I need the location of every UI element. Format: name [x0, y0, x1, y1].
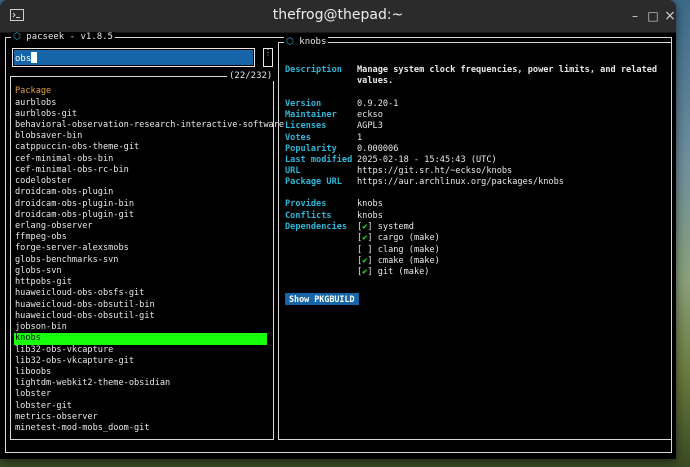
dependency-item: [✔] git (make)	[357, 267, 429, 277]
list-item[interactable]: lobster	[15, 389, 51, 400]
checked-box-icon: [✔]	[357, 267, 378, 278]
maximize-button[interactable]: □	[645, 8, 661, 24]
field-value: AGPL3	[357, 121, 383, 132]
field-value: 0.000006	[357, 143, 399, 154]
description-label: Description	[285, 65, 342, 75]
list-item[interactable]: droidcam-obs-plugin	[15, 187, 113, 198]
dependency-name: cmake (make)	[377, 255, 440, 266]
field-label: Popularity	[285, 143, 337, 154]
field-value: https://aur.archlinux.org/packages/knobs	[357, 177, 564, 188]
list-item[interactable]: jobson-bin	[15, 322, 67, 333]
list-item[interactable]: huaweicloud-obs-obsutil-git	[15, 311, 155, 322]
terminal-content: ⬡ pacseek - v1.8.5 obs ⋮ (22/232) Packag…	[0, 32, 676, 459]
list-item[interactable]: catppuccin-obs-theme-git	[15, 142, 139, 153]
list-item[interactable]: httpobs-git	[15, 277, 72, 288]
show-pkgbuild-button[interactable]: Show PKGBUILD	[285, 293, 359, 305]
app-title: ⬡ pacseek - v1.8.5	[11, 32, 115, 42]
search-input[interactable]: obs	[14, 50, 253, 65]
list-item[interactable]: erlang-observer	[15, 221, 93, 232]
details-panel: ⬡ knobs Description Manage system clock …	[278, 37, 672, 440]
list-item[interactable]: aurblobs	[15, 98, 56, 109]
list-item[interactable]: minetest-mod-mobs_doom-git	[15, 423, 150, 434]
list-item[interactable]: huaweicloud-obs-obsutil-bin	[15, 300, 155, 311]
field-label: Votes	[285, 132, 311, 143]
conflicts-label: Conflicts	[285, 211, 332, 221]
field-label: Version	[285, 99, 322, 109]
results-header: Package	[15, 86, 52, 96]
dependency-name: cargo (make)	[377, 233, 440, 244]
app-title-text: pacseek - v1.8.5	[26, 32, 113, 42]
list-item[interactable]: cef-minimal-obs-rc-bin	[15, 165, 129, 176]
field-value: 1	[357, 132, 363, 143]
field-label: Package URL	[285, 177, 342, 188]
list-item[interactable]: liboobs	[15, 367, 51, 378]
list-item[interactable]: ffmpeg-obs	[15, 232, 67, 243]
field-value: 2025-02-18 - 15:45:43 (UTC)	[357, 155, 497, 165]
unchecked-box-icon: [ ]	[357, 244, 378, 255]
list-item[interactable]: droidcam-obs-plugin-git	[15, 210, 134, 221]
list-item[interactable]: lobster-git	[15, 401, 72, 412]
conflicts-value: knobs	[357, 211, 383, 221]
list-item[interactable]: blobsaver-bin	[15, 131, 82, 142]
description-line-2: values.	[357, 76, 394, 86]
selected-list-item[interactable]: knobs	[14, 333, 267, 345]
list-item[interactable]: lightdm-webkit2-theme-obsidian	[15, 378, 170, 389]
list-item[interactable]: droidcam-obs-plugin-bin	[15, 199, 134, 210]
details-title-text: knobs	[299, 37, 327, 47]
search-box[interactable]: obs	[12, 48, 255, 67]
field-label: Maintainer	[285, 110, 337, 121]
description-line-1: Manage system clock frequencies, power l…	[357, 65, 658, 75]
field-value: eckso	[357, 110, 383, 121]
results-count: (22/232)	[227, 71, 275, 81]
checked-box-icon: [✔]	[357, 255, 378, 266]
window-title: thefrog@thepad:~	[272, 7, 404, 23]
dependency-item: [ ] clang (make)	[357, 245, 440, 255]
dependency-item: [✔] cargo (make)	[357, 233, 440, 243]
list-item[interactable]: forge-server-alexsmobs	[15, 243, 129, 254]
list-item[interactable]: aurblobs-git	[15, 109, 77, 120]
dependencies-label: Dependencies	[285, 222, 348, 232]
field-label: Licenses	[285, 121, 327, 132]
field-label: Last modified	[285, 155, 353, 165]
cube-icon: ⬡	[286, 37, 294, 47]
provides-value: knobs	[357, 199, 383, 209]
list-item[interactable]: globs-svn	[15, 266, 62, 277]
field-value: https://git.sr.ht/~eckso/knobs	[357, 166, 513, 177]
search-value: obs	[15, 54, 32, 64]
field-label: URL	[285, 166, 301, 177]
close-button[interactable]: ×	[662, 8, 676, 24]
list-item[interactable]: globs-benchmarks-svn	[15, 255, 118, 266]
list-item[interactable]: cef-minimal-obs-bin	[15, 154, 113, 165]
dependency-name: clang (make)	[377, 244, 440, 255]
list-item[interactable]: behavioral-observation-research-interact…	[15, 120, 284, 131]
details-title: ⬡ knobs	[284, 37, 329, 47]
dependency-item: [✔] systemd	[357, 222, 414, 232]
search-options-button[interactable]: ⋮	[263, 48, 273, 67]
window-titlebar[interactable]: thefrog@thepad:~ – □ ×	[0, 0, 676, 33]
minimize-button[interactable]: –	[627, 8, 643, 24]
list-item[interactable]: metrics-observer	[15, 412, 98, 423]
dependency-item: [✔] cmake (make)	[357, 256, 440, 266]
list-item[interactable]: lib32-obs-vkcapture-git	[15, 356, 134, 367]
checked-box-icon: [✔]	[357, 233, 378, 244]
terminal-window: thefrog@thepad:~ – □ × ⬡ pacseek - v1.8.…	[0, 0, 676, 459]
checked-box-icon: [✔]	[357, 222, 378, 232]
provides-label: Provides	[285, 199, 327, 209]
cube-icon: ⬡	[13, 32, 21, 42]
dependency-name: git (make)	[377, 267, 430, 278]
list-item[interactable]: codelobster	[15, 176, 72, 187]
dependency-name: systemd	[377, 222, 414, 232]
list-item[interactable]: huaweicloud-obs-obsfs-git	[15, 288, 144, 299]
text-cursor	[31, 52, 38, 63]
list-item[interactable]: lib32-obs-vkcapture	[15, 345, 113, 356]
results-panel: (22/232) Package aurblobs aurblobs-git beh…	[10, 71, 284, 440]
field-value: 0.9.20-1	[357, 99, 399, 109]
